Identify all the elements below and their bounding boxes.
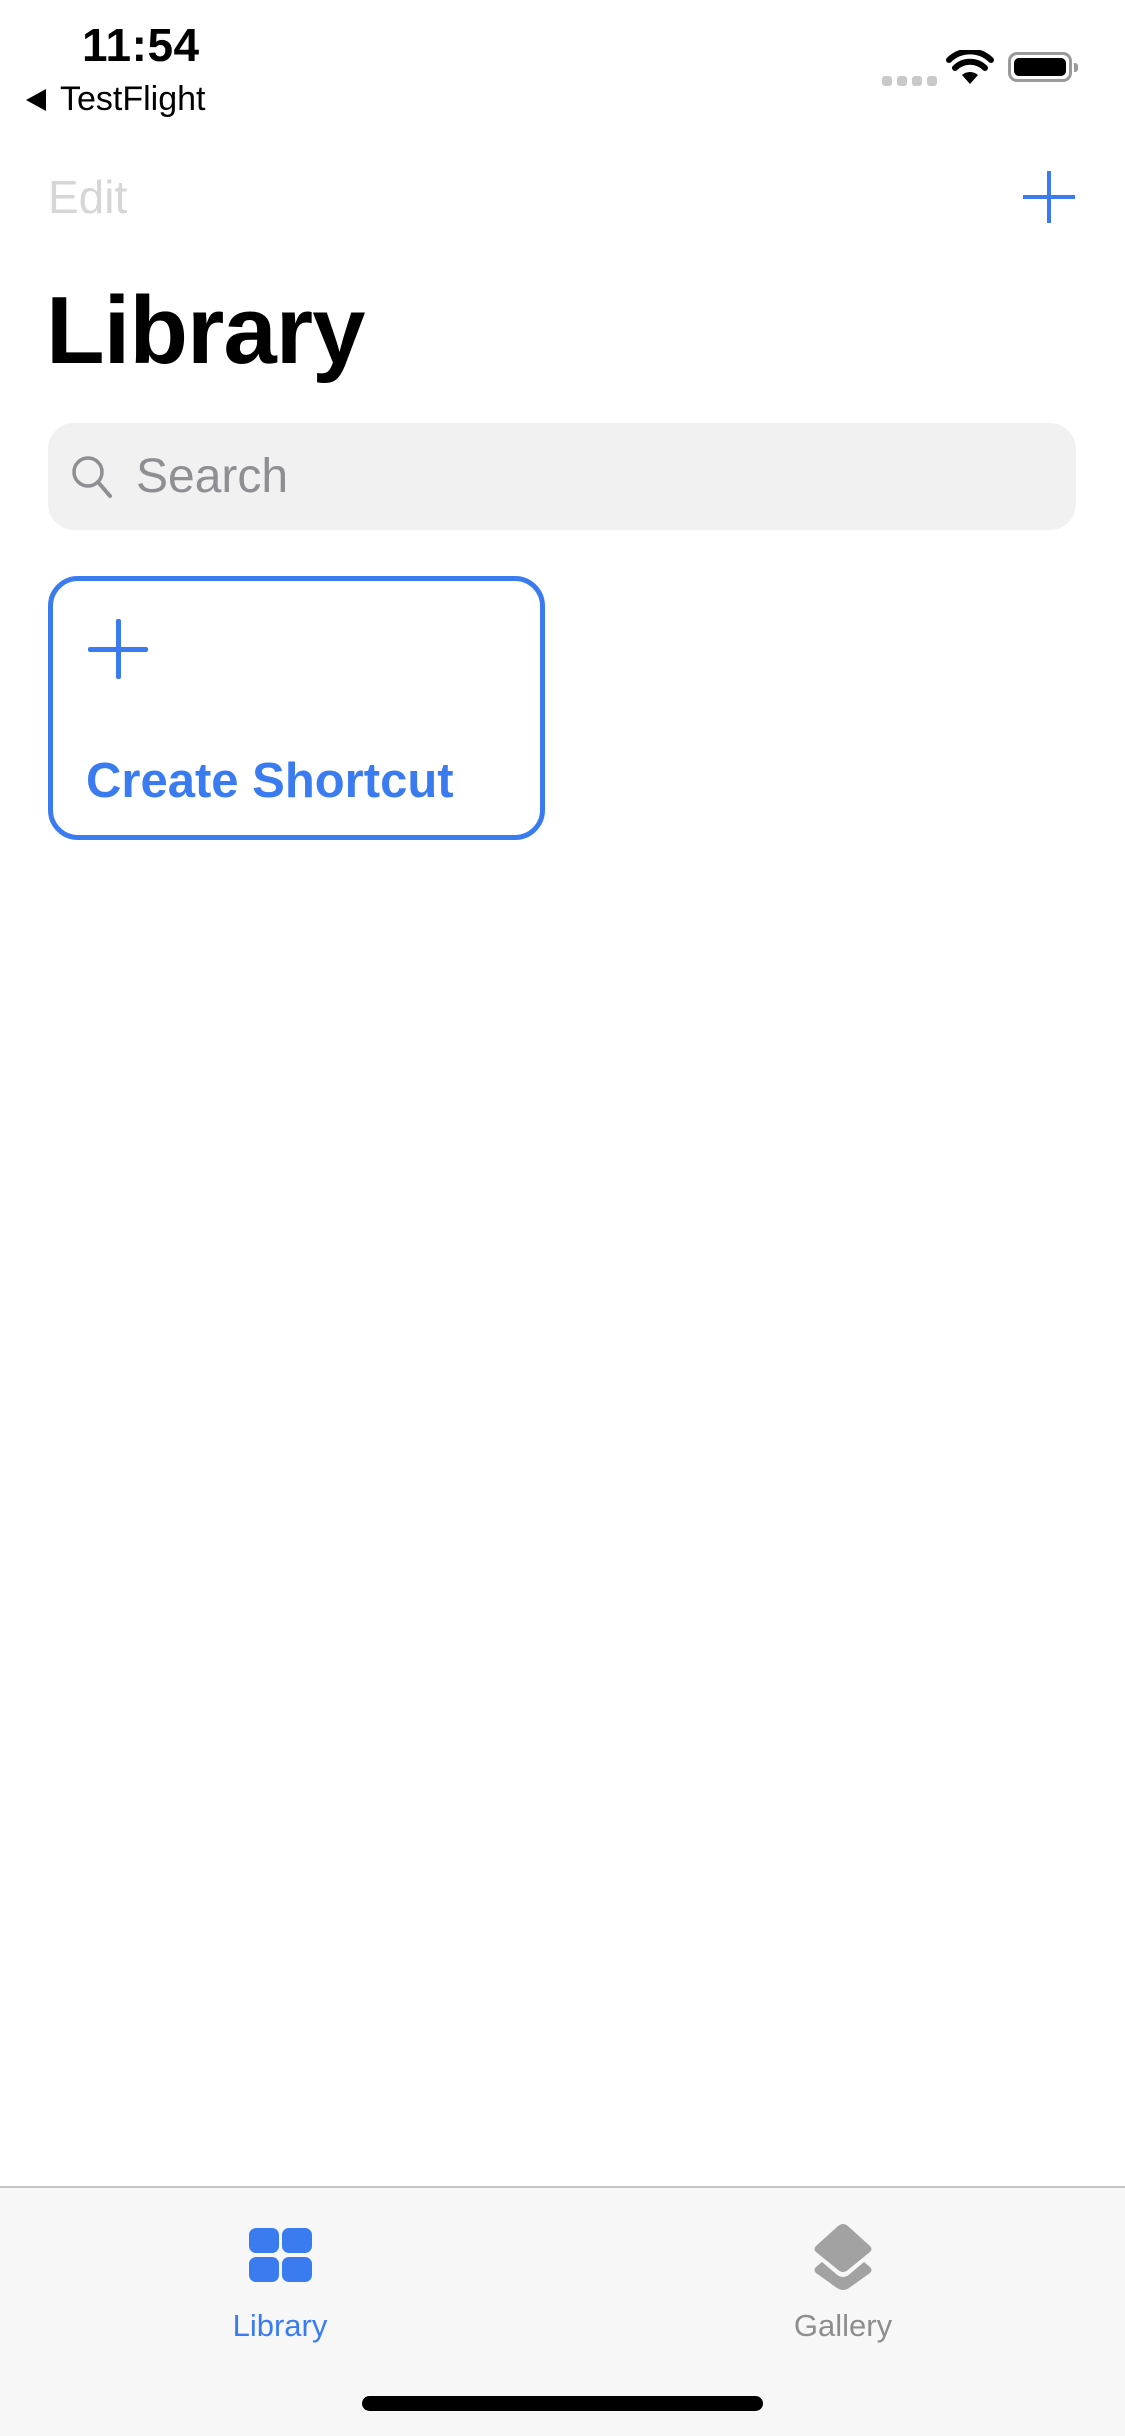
- tab-library[interactable]: Library: [130, 2188, 430, 2348]
- cellular-signal-icon: [882, 76, 937, 86]
- battery-icon: [1008, 52, 1078, 82]
- page-title: Library: [46, 277, 365, 384]
- grid-icon: [245, 2220, 315, 2290]
- plus-icon: [88, 619, 148, 679]
- tab-gallery[interactable]: Gallery: [693, 2188, 993, 2348]
- create-shortcut-card[interactable]: Create Shortcut: [48, 576, 545, 840]
- layers-icon: [814, 2224, 872, 2290]
- status-time: 11:54: [82, 19, 200, 71]
- search-icon: [72, 455, 112, 498]
- tab-label: Library: [232, 2308, 328, 2343]
- search-input[interactable]: [136, 449, 1036, 504]
- edit-button[interactable]: Edit: [48, 170, 127, 224]
- add-shortcut-button[interactable]: [1020, 168, 1078, 226]
- back-arrow-icon: [26, 88, 46, 111]
- back-app-label: TestFlight: [60, 80, 206, 118]
- home-indicator[interactable]: [362, 2396, 763, 2411]
- wifi-icon: [946, 50, 994, 84]
- back-to-app-link[interactable]: TestFlight: [26, 80, 206, 119]
- tab-label: Gallery: [793, 2308, 893, 2343]
- search-bar[interactable]: [48, 423, 1076, 530]
- create-shortcut-label: Create Shortcut: [86, 754, 454, 808]
